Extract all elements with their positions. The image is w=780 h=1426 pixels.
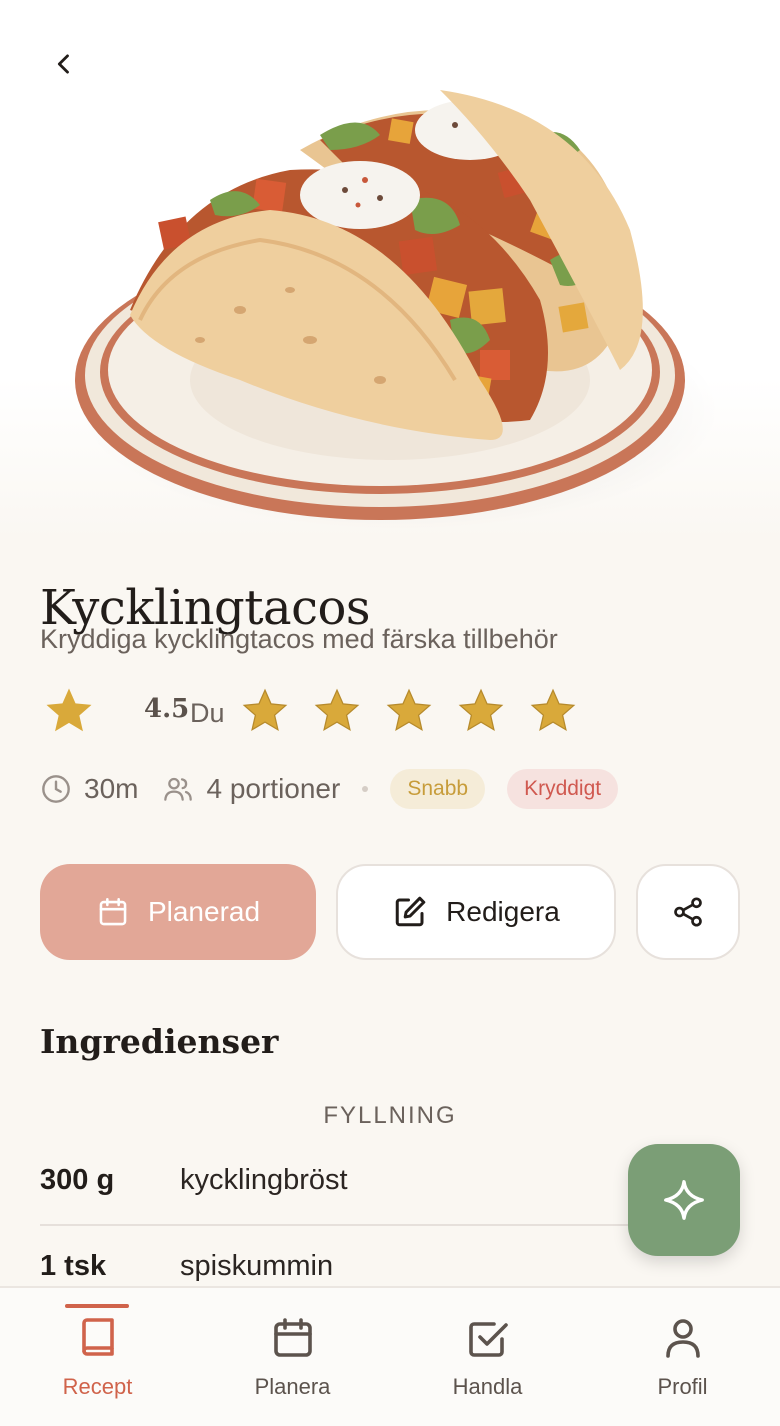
rate-star-1-icon[interactable] (240, 686, 290, 736)
rate-star-4-icon[interactable] (456, 686, 506, 736)
edit-button[interactable]: Redigera (336, 864, 616, 960)
cook-time: 30m (84, 773, 139, 804)
book-icon (81, 1318, 114, 1356)
separator-dot (362, 786, 369, 792)
active-tab-indicator (65, 1304, 129, 1308)
chevron-left-icon (57, 54, 69, 74)
your-rating-label: Du (190, 698, 225, 728)
servings: 4 portioner (206, 773, 341, 804)
star-filled-icon (46, 688, 92, 732)
ingredient-name: kycklingbröst (180, 1164, 348, 1196)
rate-star-3-icon[interactable] (384, 686, 434, 736)
nav-label-recept: Recept (62, 1374, 133, 1399)
ai-assistant-button[interactable] (628, 1144, 740, 1256)
ingredient-quantity: 300 g (40, 1164, 115, 1196)
user-icon (665, 1319, 700, 1358)
clock-icon (42, 775, 70, 803)
calendar-icon (99, 897, 127, 926)
recipe-meta: 30m 4 portioner Snabb Kryddigt (40, 766, 740, 812)
rate-star-2-icon[interactable] (312, 686, 362, 736)
hero-section (0, 0, 780, 540)
average-rating: 4.5 (144, 694, 190, 724)
share-button[interactable] (636, 864, 740, 960)
checkbox-icon (468, 1322, 508, 1357)
rate-star-5-icon[interactable] (528, 686, 578, 736)
your-rating-stars (240, 686, 578, 736)
ingredient-name: spiskummin (180, 1250, 334, 1282)
edit-button-label: Redigera (446, 896, 560, 927)
nav-label-planera: Planera (254, 1374, 331, 1399)
planned-button-label: Planerad (147, 896, 261, 927)
nav-item-profil[interactable]: Profil (585, 1288, 780, 1426)
ingredient-group-title: FYLLNING (323, 1102, 457, 1129)
sparkle-icon (664, 1180, 704, 1220)
ingredient-quantity: 1 tsk (40, 1250, 107, 1282)
recipe-subtitle: Kryddiga kycklingtacos med färska tillbe… (40, 624, 558, 654)
planned-button[interactable]: Planerad (40, 864, 316, 960)
nav-item-planera[interactable]: Planera (195, 1288, 390, 1426)
nav-label-profil: Profil (657, 1374, 708, 1399)
nav-item-recept[interactable]: Recept (0, 1288, 195, 1426)
ingredients-title: Ingredienser (40, 1022, 279, 1061)
nav-item-handla[interactable]: Handla (390, 1288, 585, 1426)
bottom-navigation: Recept Planera Handla Profil (0, 1286, 780, 1426)
edit-icon (395, 896, 426, 927)
people-icon (164, 777, 193, 801)
nav-label-handla: Handla (452, 1374, 523, 1399)
share-icon (674, 897, 702, 927)
calendar-icon (273, 1318, 312, 1357)
tag-kryddigt: Kryddigt (507, 769, 619, 809)
recipe-image (75, 90, 720, 530)
tag-snabb: Snabb (390, 769, 486, 809)
rating-row: 4.5 Du (40, 684, 740, 740)
